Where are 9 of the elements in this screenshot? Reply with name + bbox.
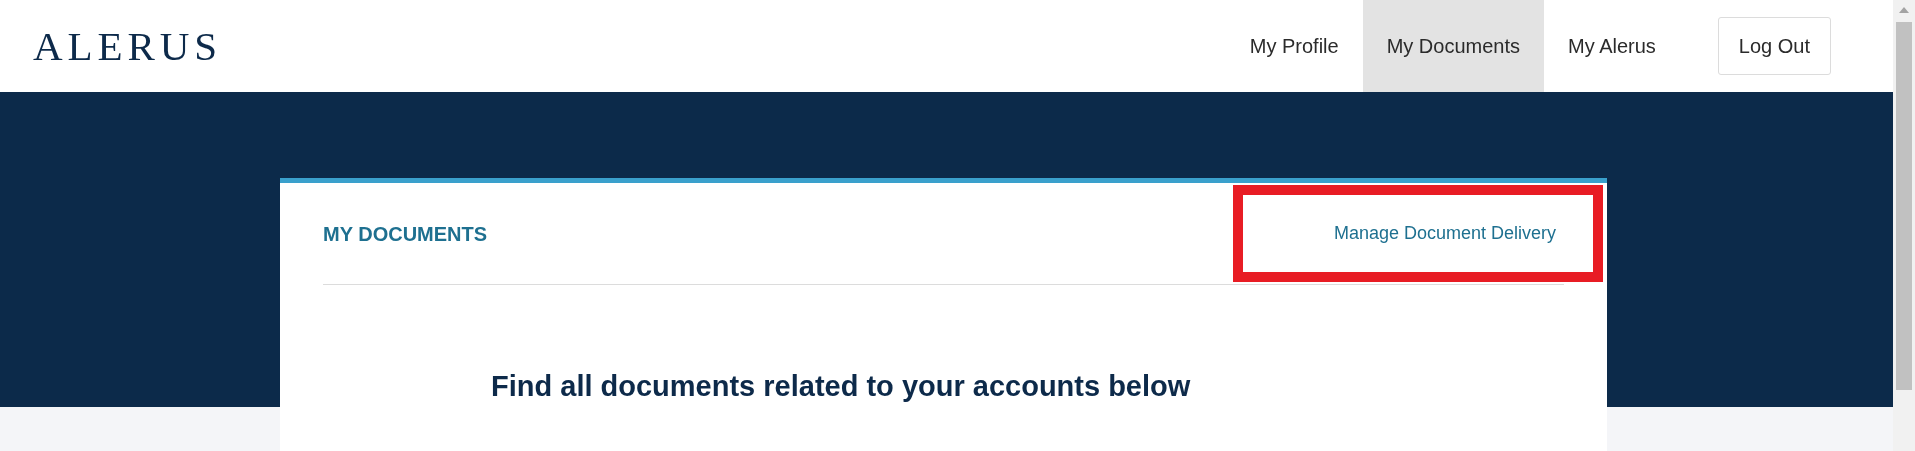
- scrollbar-thumb[interactable]: [1896, 22, 1912, 390]
- page-heading: Find all documents related to your accounts below: [491, 369, 1192, 404]
- logo[interactable]: ALERUS: [33, 16, 222, 76]
- nav-link[interactable]: My Documents: [1362, 0, 1544, 92]
- logout-button[interactable]: Log Out: [1717, 17, 1831, 75]
- scroll-up-icon[interactable]: [1899, 7, 1909, 13]
- card-title: MY DOCUMENTS: [323, 221, 488, 247]
- manage-delivery-link[interactable]: Manage Document Delivery: [1333, 220, 1556, 247]
- scrollbar[interactable]: [1893, 0, 1915, 451]
